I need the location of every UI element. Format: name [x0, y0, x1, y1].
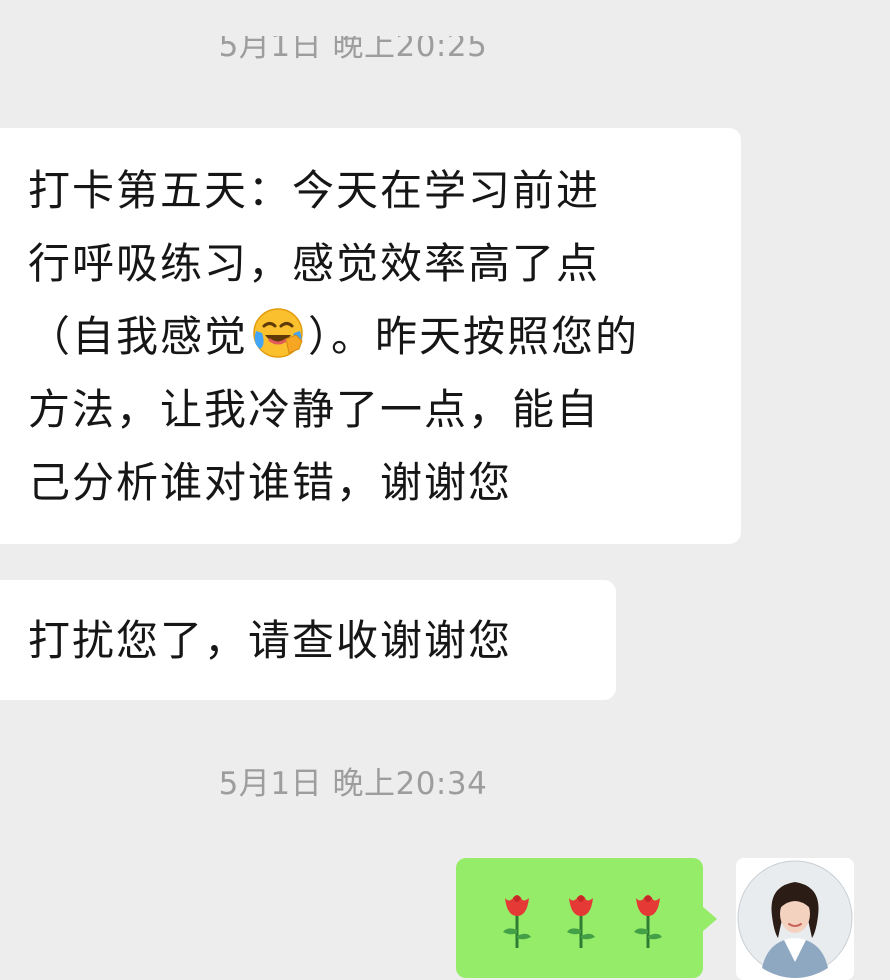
message-text: （自我感觉	[28, 312, 249, 361]
avatar[interactable]	[736, 858, 854, 980]
incoming-message-bubble[interactable]: 打卡第五天：今天在学习前进 行呼吸练习，感觉效率高了点 （自我感觉 ）。昨天按照…	[0, 128, 741, 544]
bubble-tail	[702, 906, 717, 932]
outgoing-message-bubble[interactable]	[456, 858, 717, 978]
message-line: 己分析谁对谁错，谢谢您	[28, 458, 513, 507]
rose-emoji	[503, 895, 531, 948]
message-line: 方法，让我冷静了一点，能自	[28, 385, 601, 434]
user-avatar-image	[736, 858, 854, 980]
rose-emoji	[567, 895, 595, 948]
message-line: 打卡第五天：今天在学习前进	[28, 166, 601, 215]
message-text: ）。昨天按照您的	[308, 312, 640, 361]
chat-window: 5月1日 晚上20:25 打卡第五天：今天在学习前进 行呼吸练习，感觉效率高了点…	[0, 0, 890, 980]
message-line-with-emoji: （自我感觉 ）。昨天按照您的	[28, 300, 717, 373]
message-line: 行呼吸练习，感觉效率高了点	[28, 239, 601, 288]
message-timestamp: 5月1日 晚上20:25	[218, 28, 488, 64]
message-timestamp: 5月1日 晚上20:34	[218, 766, 488, 802]
rose-emoji	[634, 895, 662, 948]
crying-laughing-face-emoji	[253, 308, 303, 358]
incoming-message-bubble[interactable]: 打扰您了，请查收谢谢您	[0, 580, 616, 700]
